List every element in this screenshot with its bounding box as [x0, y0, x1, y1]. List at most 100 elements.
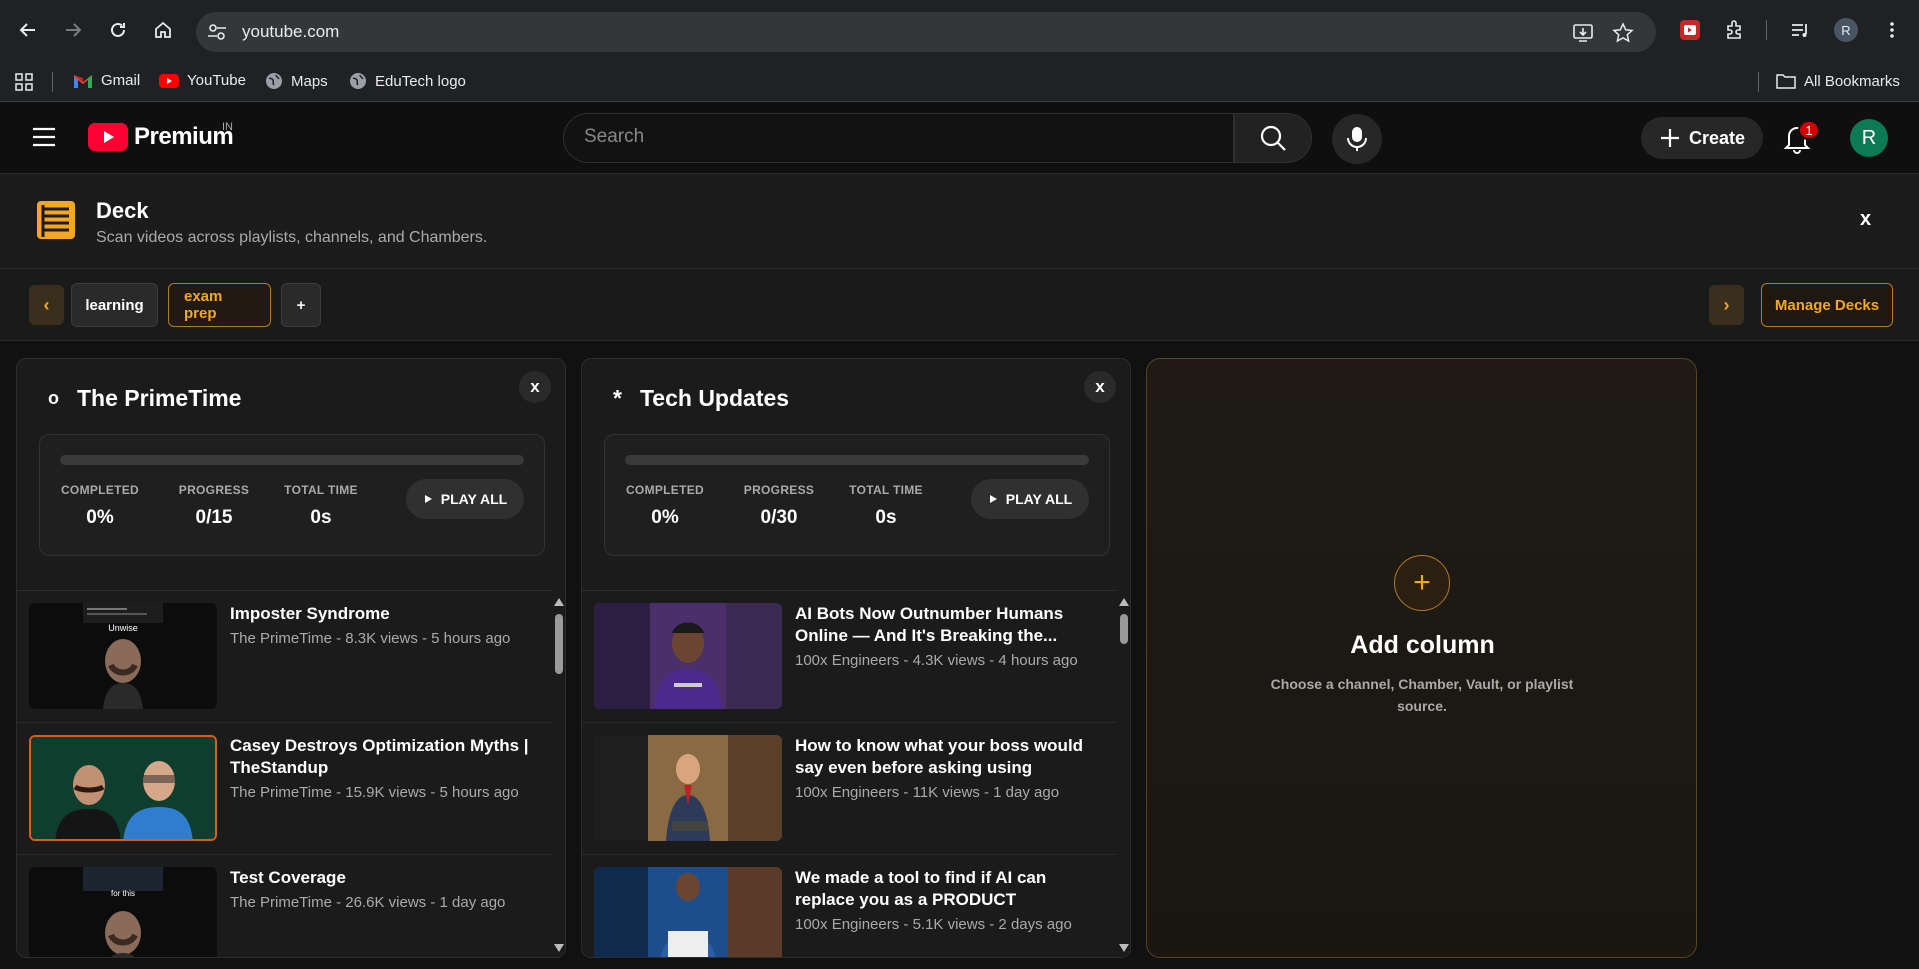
search-icon	[1260, 125, 1286, 151]
account-avatar[interactable]: R	[1850, 119, 1888, 157]
address-bar[interactable]: youtube.com	[196, 12, 1656, 52]
deck-prev-button[interactable]: ‹	[29, 285, 64, 325]
scroll-up-arrow-icon[interactable]	[1119, 598, 1129, 606]
manage-decks-button[interactable]: Manage Decks	[1761, 283, 1893, 327]
search-input[interactable]	[584, 126, 1184, 148]
column-close-button[interactable]: x	[519, 371, 551, 403]
play-all-button[interactable]: PLAY ALL	[406, 479, 524, 519]
stat-value: 0s	[875, 507, 897, 528]
scroll-thumb[interactable]	[1120, 614, 1128, 644]
forward-button[interactable]	[59, 16, 87, 44]
video-list[interactable]: AI Bots Now Outnumber Humans Online — An…	[582, 590, 1116, 957]
video-title[interactable]: AI Bots Now Outnumber Humans Online — An…	[795, 603, 1105, 647]
list-item[interactable]: for this Test Coverage The PrimeTime - 2…	[17, 855, 551, 957]
deck-header: Deck Scan videos across playlists, chann…	[0, 173, 1919, 269]
gmail-icon	[74, 74, 92, 88]
video-thumbnail[interactable]	[594, 603, 782, 709]
list-scrollbar[interactable]	[551, 590, 565, 957]
media-queue-icon[interactable]	[1788, 18, 1812, 42]
deck-board: o The PrimeTime x COMPLETED 0% PROGRESS …	[0, 341, 1919, 969]
bookmark-youtube[interactable]: YouTube	[159, 72, 246, 89]
reload-button[interactable]	[104, 16, 132, 44]
video-meta: The PrimeTime - 26.6K views - 1 day ago	[230, 894, 506, 911]
video-list[interactable]: Unwise Imposter Syndrome The PrimeTime -…	[17, 590, 551, 957]
add-column-plus-icon[interactable]: +	[1394, 555, 1450, 611]
list-item[interactable]: AI Bots Now Outnumber Humans Online — An…	[582, 591, 1116, 723]
search-button[interactable]	[1234, 113, 1312, 163]
video-thumbnail[interactable]	[594, 735, 782, 841]
install-app-icon[interactable]	[1572, 22, 1594, 44]
scroll-thumb[interactable]	[555, 614, 563, 674]
site-info-icon[interactable]	[206, 22, 228, 42]
stat-label: TOTAL TIME	[849, 483, 923, 497]
scroll-up-arrow-icon[interactable]	[554, 598, 564, 606]
video-thumbnail[interactable]	[594, 867, 782, 957]
column-title: * Tech Updates	[613, 385, 789, 412]
bookmark-label: Maps	[291, 72, 328, 90]
microphone-icon	[1347, 127, 1367, 151]
column-title-text: Tech Updates	[639, 385, 790, 411]
stat-label: PROGRESS	[178, 483, 250, 497]
play-icon	[424, 495, 432, 503]
stat-completed: COMPLETED 0%	[625, 483, 705, 529]
deck-tab-learning[interactable]: learning	[71, 283, 158, 327]
youtube-premium-logo[interactable]: Premium IN	[88, 121, 234, 151]
stat-progress: PROGRESS 0/30	[739, 483, 819, 529]
create-button[interactable]: Create	[1641, 117, 1763, 159]
list-item[interactable]: We made a tool to find if AI can replace…	[582, 855, 1116, 957]
thumbnail-caption: Unwise	[108, 623, 138, 633]
video-meta: 100x Engineers - 5.1K views - 2 days ago	[795, 916, 1072, 933]
video-thumbnail[interactable]: Unwise	[29, 603, 217, 709]
column-primetime: o The PrimeTime x COMPLETED 0% PROGRESS …	[16, 358, 566, 958]
bookmark-star-icon[interactable]	[1612, 22, 1634, 44]
video-thumbnail[interactable]: for this	[29, 867, 217, 957]
globe-icon	[266, 73, 282, 89]
deck-tab-exam-prep[interactable]: exam prep	[168, 283, 271, 327]
all-bookmarks-label: All Bookmarks	[1804, 72, 1900, 90]
stat-value: 0%	[651, 507, 679, 528]
video-title[interactable]: Casey Destroys Optimization Myths | TheS…	[230, 735, 540, 779]
more-menu-icon[interactable]	[1880, 18, 1904, 42]
scroll-down-arrow-icon[interactable]	[1119, 944, 1129, 952]
list-item[interactable]: Unwise Imposter Syndrome The PrimeTime -…	[17, 591, 551, 723]
add-column-subtitle: Choose a channel, Chamber, Vault, or pla…	[1270, 676, 1574, 714]
video-title[interactable]: How to know what your boss would say eve…	[795, 735, 1105, 779]
deck-next-button[interactable]: ›	[1709, 285, 1744, 325]
scroll-down-arrow-icon[interactable]	[554, 944, 564, 952]
column-close-button[interactable]: x	[1084, 371, 1116, 403]
extensions-puzzle-icon[interactable]	[1723, 18, 1747, 42]
list-item[interactable]: Casey Destroys Optimization Myths | TheS…	[17, 723, 551, 855]
play-all-label: PLAY ALL	[1005, 491, 1073, 507]
list-item[interactable]: How to know what your boss would say eve…	[582, 723, 1116, 855]
video-title[interactable]: We made a tool to find if AI can replace…	[795, 867, 1105, 911]
youtube-logo-icon	[88, 123, 128, 151]
home-button[interactable]	[149, 16, 177, 44]
all-bookmarks[interactable]: All Bookmarks	[1776, 72, 1900, 90]
extension-youtube-icon[interactable]	[1678, 18, 1702, 42]
column-marker: *	[613, 385, 622, 411]
bookmark-gmail[interactable]: Gmail	[73, 72, 140, 89]
video-title[interactable]: Test Coverage	[230, 867, 540, 889]
video-thumbnail[interactable]	[29, 735, 217, 841]
video-meta: 100x Engineers - 4.3K views - 4 hours ag…	[795, 652, 1078, 669]
apps-grid-icon[interactable]	[14, 72, 34, 92]
menu-icon[interactable]	[32, 127, 56, 147]
video-title[interactable]: Imposter Syndrome	[230, 603, 540, 625]
deck-subtitle: Scan videos across playlists, channels, …	[96, 229, 488, 246]
profile-avatar[interactable]: R	[1834, 18, 1858, 42]
bookmark-edutech[interactable]: EduTech logo	[349, 72, 466, 90]
back-button[interactable]	[14, 16, 42, 44]
list-scrollbar[interactable]	[1116, 590, 1130, 957]
stat-label: COMPLETED	[625, 483, 705, 497]
plus-icon	[1660, 129, 1679, 147]
play-all-button[interactable]: PLAY ALL	[971, 479, 1089, 519]
profile-initial: R	[1834, 18, 1858, 42]
stat-completed: COMPLETED 0%	[60, 483, 140, 529]
column-stats: COMPLETED 0% PROGRESS 0/30 TOTAL TIME 0s…	[604, 434, 1110, 556]
add-deck-tab-button[interactable]: +	[281, 283, 321, 327]
deck-close-button[interactable]: x	[1860, 208, 1871, 231]
voice-search-button[interactable]	[1332, 114, 1382, 164]
add-column-card[interactable]: + Add column Choose a channel, Chamber, …	[1146, 358, 1697, 958]
bookmark-maps[interactable]: Maps	[265, 72, 328, 90]
deck-tabs-row: ‹ learning exam prep + › Manage Decks	[0, 269, 1919, 341]
